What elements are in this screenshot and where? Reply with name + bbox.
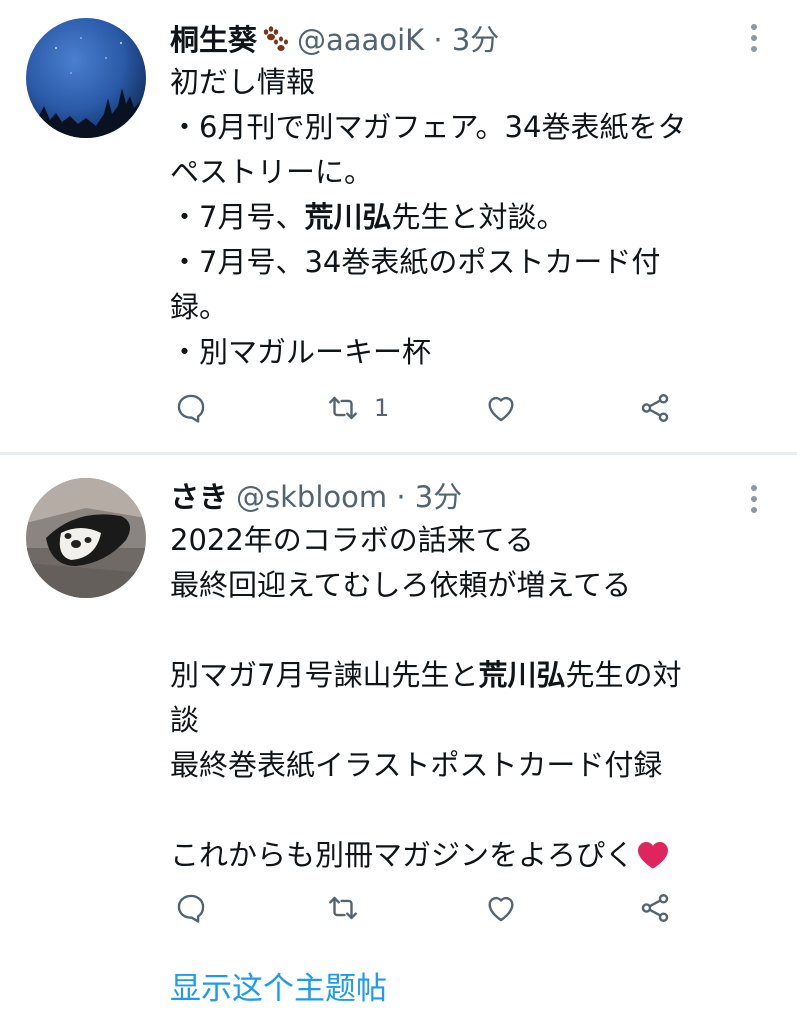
retweet-count: 1 — [374, 394, 390, 422]
highlighted-keyword: 荒川弘 — [304, 200, 392, 234]
author-handle[interactable]: @skbloom — [236, 480, 387, 514]
show-thread-link[interactable]: 显示这个主题帖 — [170, 963, 387, 1008]
tweet-text: 初だし情報 ・6月刊で別マガフェア。34巻表紙をタ ペストリーに。 ・7月号、荒… — [170, 60, 757, 375]
separator-dot: · — [396, 480, 406, 514]
share-icon — [641, 394, 669, 422]
avatar-image — [26, 18, 146, 138]
paw-prints-icon — [263, 26, 289, 51]
author-name[interactable]: 桐生葵 — [170, 23, 257, 57]
avatar[interactable] — [26, 478, 146, 598]
tweet-line: ・7月号、34巻表紙のポストカード付 — [170, 245, 661, 279]
tweet-line-text: これからも別冊マガジンをよろぴく — [170, 838, 635, 872]
retweet-icon — [329, 396, 357, 420]
tweet-line: ・6月刊で別マガフェア。34巻表紙をタ — [170, 110, 687, 144]
tweet-line — [170, 608, 757, 653]
tweet[interactable]: さき @skbloom · 3分 2022年のコラボの話来てる 最終回迎えてむしろ… — [0, 455, 797, 1024]
timestamp[interactable]: 3分 — [415, 480, 462, 514]
retweet-button[interactable] — [326, 888, 360, 928]
retweet-icon — [329, 896, 357, 920]
tweet-line-with-emoji: これからも別冊マガジンをよろぴく — [170, 833, 757, 878]
share-button[interactable] — [638, 388, 672, 428]
more-options-icon[interactable] — [751, 24, 759, 57]
share-icon — [641, 894, 669, 922]
more-options-icon[interactable] — [751, 485, 759, 518]
tweet-line: ・別マガルーキー杯 — [170, 335, 432, 369]
tweet-line: 2022年のコラボの話来てる — [170, 523, 534, 557]
tweet-actions: 1 — [170, 388, 710, 428]
avatar-image — [26, 478, 146, 598]
tweet-line: 録。 — [170, 290, 229, 324]
tweet-line: ペストリーに。 — [170, 155, 374, 189]
tweet-line: 談 — [170, 703, 200, 737]
tweet-line — [170, 788, 757, 833]
reply-button[interactable] — [174, 388, 208, 428]
reply-icon — [177, 894, 205, 923]
heart-icon — [488, 396, 514, 422]
timestamp[interactable]: 3分 — [452, 23, 499, 57]
separator-dot: · — [433, 23, 443, 57]
like-button[interactable] — [484, 888, 518, 928]
tweet-line: 最終回迎えてむしろ依頼が増えてる — [170, 568, 632, 602]
retweet-button[interactable]: 1 — [326, 388, 389, 428]
share-button[interactable] — [638, 888, 672, 928]
tweet[interactable]: 桐生葵 @aaaoiK · 3分 初だし情報 ・6月刊で別マガフェア。34巻表紙… — [0, 0, 797, 452]
tweet-line: 別マガ7月号諫山先生と荒川弘先生の対 — [170, 658, 682, 692]
tweet-line: ・7月号、荒川弘先生と対談。 — [170, 200, 566, 234]
tweet-text: 2022年のコラボの話来てる 最終回迎えてむしろ依頼が増えてる 別マガ7月号諫山… — [170, 518, 757, 878]
like-button[interactable] — [484, 388, 518, 428]
avatar[interactable] — [26, 18, 146, 138]
reply-icon — [177, 394, 205, 423]
heart-icon — [488, 896, 514, 922]
tweet-line: 最終巻表紙イラストポストカード付録 — [170, 748, 663, 782]
author-handle[interactable]: @aaaoiK — [297, 23, 424, 57]
tweet-line: 初だし情報 — [170, 65, 316, 99]
tweet-actions — [170, 888, 710, 928]
tweet-header: 桐生葵 @aaaoiK · 3分 — [170, 20, 737, 60]
tweet-header: さき @skbloom · 3分 — [170, 477, 737, 517]
author-name[interactable]: さき — [170, 480, 228, 514]
red-heart-emoji-icon — [638, 842, 669, 869]
highlighted-keyword: 荒川弘 — [478, 658, 566, 692]
reply-button[interactable] — [174, 888, 208, 928]
